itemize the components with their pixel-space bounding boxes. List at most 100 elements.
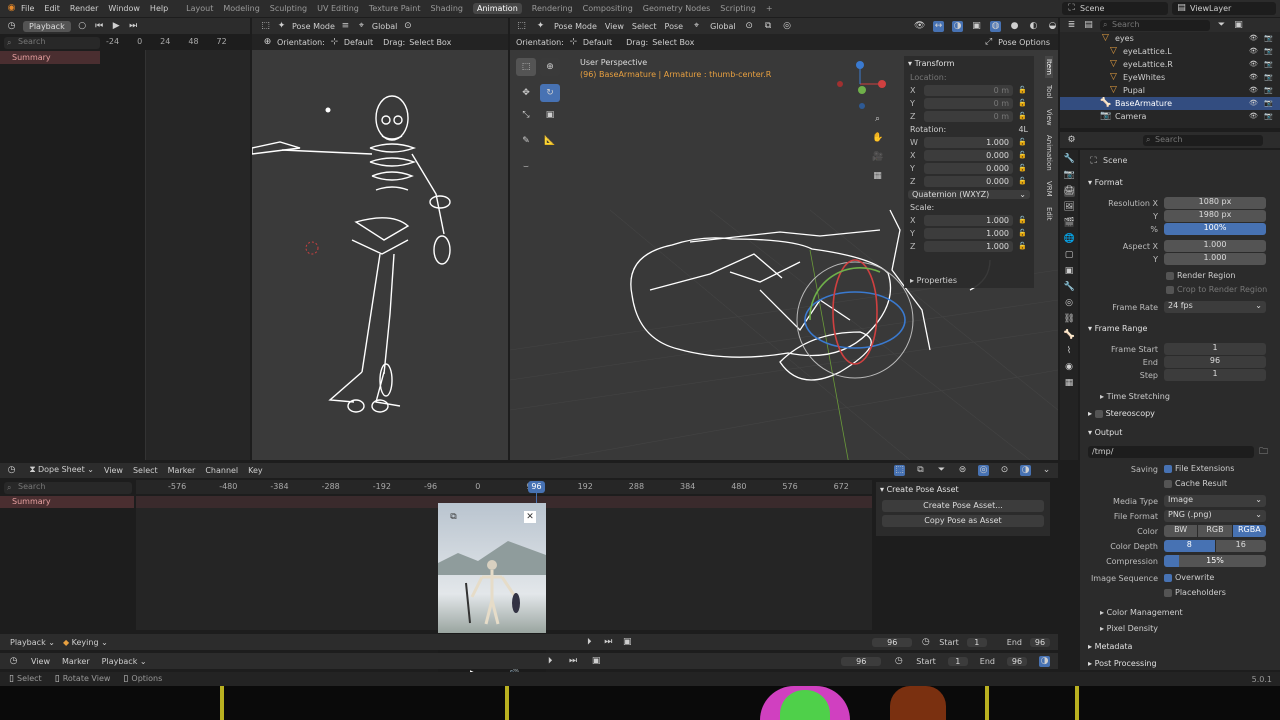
clock-icon[interactable]: ◷: [893, 656, 904, 667]
tab-animation[interactable]: Animation: [472, 3, 522, 14]
camera-mode-dropdown[interactable]: Pose Mode: [292, 22, 335, 31]
editor-type-icon[interactable]: ◷: [6, 465, 17, 476]
file-format-dropdown[interactable]: PNG (.png) ⌄: [1164, 510, 1266, 522]
resolution-percent-field[interactable]: 100%: [1164, 223, 1266, 235]
scene-selector[interactable]: ⛶ Scene: [1062, 2, 1168, 15]
proportional-icon[interactable]: ◎: [978, 465, 989, 476]
menu-help[interactable]: Help: [150, 4, 168, 13]
timeline-end-field[interactable]: 96: [1007, 656, 1027, 666]
display-mode-icon[interactable]: ▤: [1083, 20, 1094, 31]
filter-icon[interactable]: ⏷: [1216, 20, 1227, 31]
pixel-density-subpanel[interactable]: ▸ Pixel Density: [1100, 624, 1158, 633]
visibility-eye-icon[interactable]: 👁: [1248, 98, 1259, 109]
outliner-row[interactable]: 📷 Camera 👁 📷: [1060, 110, 1280, 123]
editor-type-icon[interactable]: ◷: [8, 656, 19, 667]
object-tab-icon[interactable]: ▣: [1064, 266, 1075, 277]
blender-logo-icon[interactable]: ◉: [6, 3, 17, 14]
record-icon[interactable]: ○: [77, 21, 88, 32]
snap-icon[interactable]: ⊙: [999, 465, 1010, 476]
lock-icon[interactable]: 🔓: [1017, 163, 1028, 174]
scale-field[interactable]: 1.000: [924, 215, 1013, 226]
transform-panel-title[interactable]: ▾ Transform: [904, 56, 1034, 71]
only-selected-icon[interactable]: ⬚: [894, 465, 905, 476]
rotation-field[interactable]: 0.000: [924, 150, 1013, 161]
drag-dropdown[interactable]: Select Box: [652, 38, 694, 47]
dopesheet-summary-channel[interactable]: Summary: [0, 496, 134, 508]
pan-hand-icon[interactable]: ✋: [872, 133, 883, 144]
viewport-canvas[interactable]: User Perspective (96) BaseArmature | Arm…: [510, 50, 1058, 460]
expand-icon[interactable]: ⤢: [983, 37, 994, 48]
dopesheet-frame-ruler[interactable]: -576 -480 -384 -288 -192 -96 0 96 192 288 384 480 57…: [136, 480, 872, 494]
render-camera-icon[interactable]: 📷: [1263, 85, 1274, 96]
jump-end-icon[interactable]: ⏭: [603, 637, 614, 648]
gizmo-toggle-icon[interactable]: ↔: [933, 20, 944, 32]
proportional-icon[interactable]: ◎: [782, 21, 793, 32]
menu-icon[interactable]: ≡: [340, 21, 351, 32]
output-tab-icon[interactable]: 🖨: [1063, 186, 1075, 197]
collection-tab-icon[interactable]: ▢: [1064, 250, 1075, 261]
visibility-eye-icon[interactable]: 👁: [1248, 85, 1259, 96]
cache-result-checkbox[interactable]: Cache Result: [1164, 479, 1227, 488]
view-layer-tab-icon[interactable]: 🖼: [1064, 202, 1075, 213]
crop-region-checkbox[interactable]: Crop to Render Region: [1166, 285, 1267, 294]
editor-type-icon[interactable]: ⚙: [1066, 135, 1077, 146]
render-camera-icon[interactable]: 📷: [1263, 59, 1274, 70]
rotation-mode-dropdown[interactable]: Quaternion (WXYZ) ⌄: [908, 190, 1030, 199]
color-rgba-option[interactable]: RGBA: [1232, 525, 1266, 537]
view-layer-selector[interactable]: ▤ ViewLayer: [1172, 2, 1276, 15]
timeline-menu-playback[interactable]: Playback ⌄: [102, 657, 147, 666]
dopesheet-mode-dropdown[interactable]: ⧗ Dope Sheet ⌄: [27, 465, 94, 476]
visibility-eye-icon[interactable]: 👁: [1248, 59, 1259, 70]
snap-icon[interactable]: ⧉: [763, 21, 774, 32]
normalize-icon[interactable]: ⊜: [957, 465, 968, 476]
jump-end-icon[interactable]: ⏭: [568, 656, 579, 667]
tab-uv-editing[interactable]: UV Editing: [317, 4, 359, 13]
snap-icon[interactable]: ⊙: [402, 21, 413, 32]
rotate-icon[interactable]: ↻: [540, 84, 560, 102]
editor-type-icon[interactable]: ◷: [6, 21, 17, 32]
summary-channel[interactable]: Summary: [0, 51, 100, 64]
zoom-icon[interactable]: ⌕: [872, 114, 883, 125]
resolution-x-field[interactable]: 1080 px: [1164, 197, 1266, 209]
dopesheet-menu-select[interactable]: Select: [133, 466, 158, 475]
visibility-eye-icon[interactable]: 👁: [1248, 72, 1259, 83]
tab-sculpting[interactable]: Sculpting: [270, 4, 307, 13]
overwrite-checkbox[interactable]: Overwrite: [1164, 573, 1214, 582]
transform-icon[interactable]: ▣: [540, 106, 560, 124]
tab-compositing[interactable]: Compositing: [583, 4, 633, 13]
end-frame-field[interactable]: 96: [1030, 637, 1050, 647]
jump-end-icon[interactable]: ⏭: [128, 21, 139, 32]
stereoscopy-panel[interactable]: ▸ Stereoscopy: [1088, 409, 1155, 418]
new-collection-icon[interactable]: ▣: [1233, 20, 1244, 31]
lock-icon[interactable]: 🔓: [1017, 85, 1028, 96]
output-path-field[interactable]: /tmp/: [1088, 446, 1254, 458]
lock-icon[interactable]: 🔓: [1017, 176, 1028, 187]
cursor-icon[interactable]: ⊕: [540, 58, 560, 76]
lock-icon[interactable]: 🔓: [1017, 98, 1028, 109]
scale-field[interactable]: 1.000: [924, 241, 1013, 252]
lock-icon[interactable]: 🔓: [1017, 150, 1028, 161]
timeline-menu-view[interactable]: View: [31, 657, 50, 666]
color-rgb-option[interactable]: RGB: [1198, 525, 1232, 537]
rotation-field[interactable]: 0.000: [924, 176, 1013, 187]
outliner-row[interactable]: 🦴 BaseArmature 👁 📷: [1060, 97, 1280, 110]
timeline-start-field[interactable]: 1: [947, 656, 968, 666]
camera-viewport[interactable]: [252, 50, 508, 460]
pip-icon[interactable]: ⧉: [448, 512, 459, 523]
metadata-panel[interactable]: ▸ Metadata: [1088, 642, 1132, 651]
file-extensions-checkbox[interactable]: File Extensions: [1164, 464, 1234, 473]
measure-icon[interactable]: 📐: [540, 132, 560, 150]
dopesheet-menu-view[interactable]: View: [104, 466, 123, 475]
lock-icon[interactable]: 🔓: [1017, 111, 1028, 122]
viewport-menu-select[interactable]: Select: [632, 22, 657, 31]
sidebar-tab-item[interactable]: Item: [1045, 56, 1053, 78]
menu-render[interactable]: Render: [70, 4, 98, 13]
viewport-mode-dropdown[interactable]: Pose Mode: [554, 22, 597, 31]
texture-tab-icon[interactable]: ▦: [1064, 378, 1075, 389]
sidebar-tab-view[interactable]: View: [1045, 106, 1053, 129]
jump-start-icon[interactable]: ⏮: [94, 21, 105, 32]
properties-subpanel[interactable]: ▸ Properties: [904, 276, 1034, 288]
menu-file[interactable]: File: [21, 4, 34, 13]
media-type-dropdown[interactable]: Image ⌄: [1164, 495, 1266, 507]
xray-icon[interactable]: ▣: [971, 21, 982, 32]
